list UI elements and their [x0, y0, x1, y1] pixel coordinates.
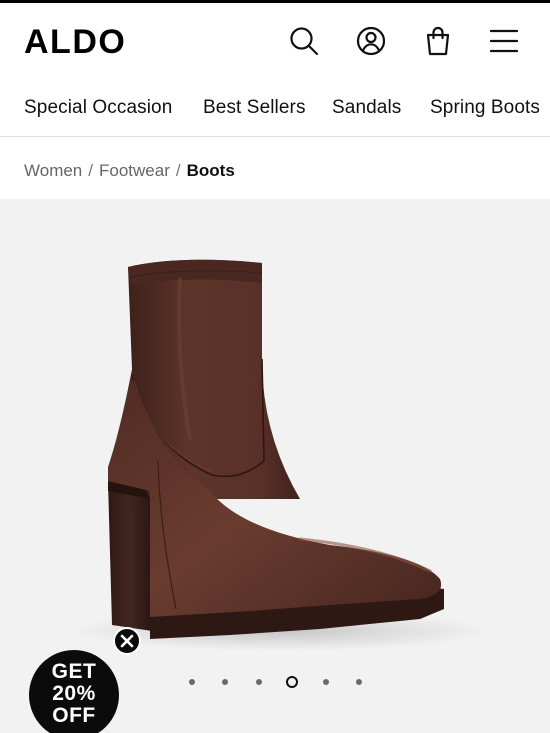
promo-line-percent: 20% — [52, 682, 96, 705]
shopping-bag-icon[interactable] — [420, 23, 456, 59]
nav-item-spring-boots[interactable]: Spring Boots — [430, 97, 540, 119]
svg-text:ALDO: ALDO — [24, 25, 126, 57]
nav-item-special-occasion[interactable]: Special Occasion — [24, 97, 172, 119]
nav-item-best-sellers[interactable]: Best Sellers — [203, 97, 306, 119]
gallery-dot[interactable] — [323, 679, 329, 685]
gallery-dot[interactable] — [356, 679, 362, 685]
breadcrumb-link-women[interactable]: Women — [24, 161, 82, 180]
gallery-dot[interactable] — [256, 679, 262, 685]
search-icon[interactable] — [286, 23, 322, 59]
promo-line-get: GET — [51, 660, 97, 683]
close-icon[interactable] — [113, 627, 141, 655]
gallery-dot[interactable] — [222, 679, 228, 685]
breadcrumb-current: Boots — [186, 161, 235, 180]
site-header: ALDO — [0, 3, 550, 79]
aldo-logo[interactable]: ALDO — [24, 25, 148, 57]
breadcrumb: Women / Footwear / Boots — [24, 161, 235, 181]
breadcrumb-separator: / — [175, 161, 181, 180]
promo-line-off: OFF — [52, 704, 96, 727]
category-nav: Special Occasion Best Sellers Sandals Sp… — [0, 79, 550, 137]
breadcrumb-link-footwear[interactable]: Footwear — [99, 161, 170, 180]
nav-item-sandals[interactable]: Sandals — [332, 97, 401, 119]
gallery-dot-active[interactable] — [286, 676, 298, 688]
account-icon[interactable] — [353, 23, 389, 59]
gallery-dot[interactable] — [189, 679, 195, 685]
menu-icon[interactable] — [486, 23, 522, 59]
discount-promo-badge[interactable]: GET 20% OFF — [29, 650, 119, 733]
breadcrumb-separator: / — [88, 161, 93, 180]
